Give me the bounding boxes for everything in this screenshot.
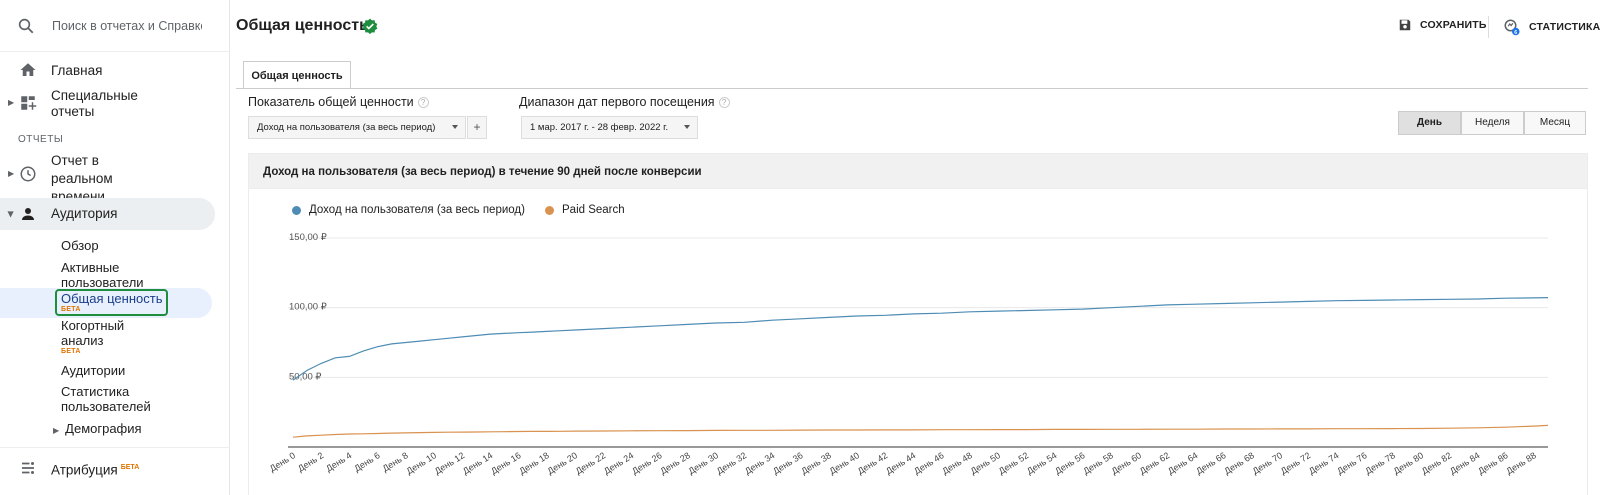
x-tick-label: День 48 bbox=[940, 450, 974, 476]
x-tick-label: День 78 bbox=[1363, 450, 1397, 476]
x-tick-label: День 14 bbox=[461, 450, 495, 476]
line-chart: 150,00 ₽100,00 ₽50,00 ₽День 0День 2День … bbox=[268, 232, 1549, 476]
y-tick-label: 150,00 ₽ bbox=[289, 232, 328, 243]
x-tick-label: День 86 bbox=[1476, 450, 1510, 476]
x-tick-label: День 66 bbox=[1194, 450, 1228, 476]
x-tick-label: День 50 bbox=[969, 450, 1003, 476]
x-tick-label: День 26 bbox=[630, 450, 664, 476]
x-tick-label: День 82 bbox=[1420, 450, 1454, 476]
y-tick-label: 50,00 ₽ bbox=[289, 371, 322, 382]
x-tick-label: День 16 bbox=[489, 450, 523, 476]
x-tick-label: День 6 bbox=[352, 450, 381, 473]
x-tick-label: День 12 bbox=[433, 450, 467, 476]
series-line-revenue[interactable] bbox=[292, 297, 1549, 381]
x-tick-label: День 62 bbox=[1138, 450, 1172, 476]
x-tick-label: День 40 bbox=[828, 450, 862, 476]
x-tick-label: День 38 bbox=[799, 450, 833, 476]
x-tick-label: День 72 bbox=[1279, 450, 1313, 476]
x-tick-label: День 56 bbox=[1053, 450, 1087, 476]
x-tick-label: День 0 bbox=[268, 450, 297, 473]
x-tick-label: День 10 bbox=[405, 450, 439, 476]
x-tick-label: День 76 bbox=[1335, 450, 1369, 476]
x-tick-label: День 44 bbox=[884, 450, 918, 476]
y-tick-label: 100,00 ₽ bbox=[289, 302, 328, 313]
x-tick-label: День 52 bbox=[997, 450, 1031, 476]
x-tick-label: День 88 bbox=[1504, 450, 1538, 476]
x-tick-label: День 4 bbox=[324, 450, 353, 473]
x-tick-label: День 84 bbox=[1448, 450, 1482, 476]
x-tick-label: День 46 bbox=[912, 450, 946, 476]
x-tick-label: День 60 bbox=[1110, 450, 1144, 476]
x-tick-label: День 70 bbox=[1251, 450, 1285, 476]
x-tick-label: День 20 bbox=[546, 450, 580, 476]
x-tick-label: День 64 bbox=[1166, 450, 1200, 476]
x-tick-label: День 28 bbox=[658, 450, 692, 476]
x-tick-label: День 58 bbox=[1081, 450, 1115, 476]
x-tick-label: День 32 bbox=[715, 450, 749, 476]
series-line-paid-search[interactable] bbox=[292, 424, 1549, 438]
x-tick-label: День 68 bbox=[1222, 450, 1256, 476]
x-tick-label: День 2 bbox=[296, 450, 325, 473]
x-tick-label: День 74 bbox=[1307, 450, 1341, 476]
x-tick-label: День 24 bbox=[602, 450, 636, 476]
x-tick-label: День 36 bbox=[771, 450, 805, 476]
x-tick-label: День 42 bbox=[856, 450, 890, 476]
x-tick-label: День 18 bbox=[517, 450, 551, 476]
x-tick-label: День 54 bbox=[1025, 450, 1059, 476]
x-tick-label: День 80 bbox=[1392, 450, 1426, 476]
x-tick-label: День 22 bbox=[574, 450, 608, 476]
x-tick-label: День 34 bbox=[743, 450, 777, 476]
x-tick-label: День 30 bbox=[687, 450, 721, 476]
